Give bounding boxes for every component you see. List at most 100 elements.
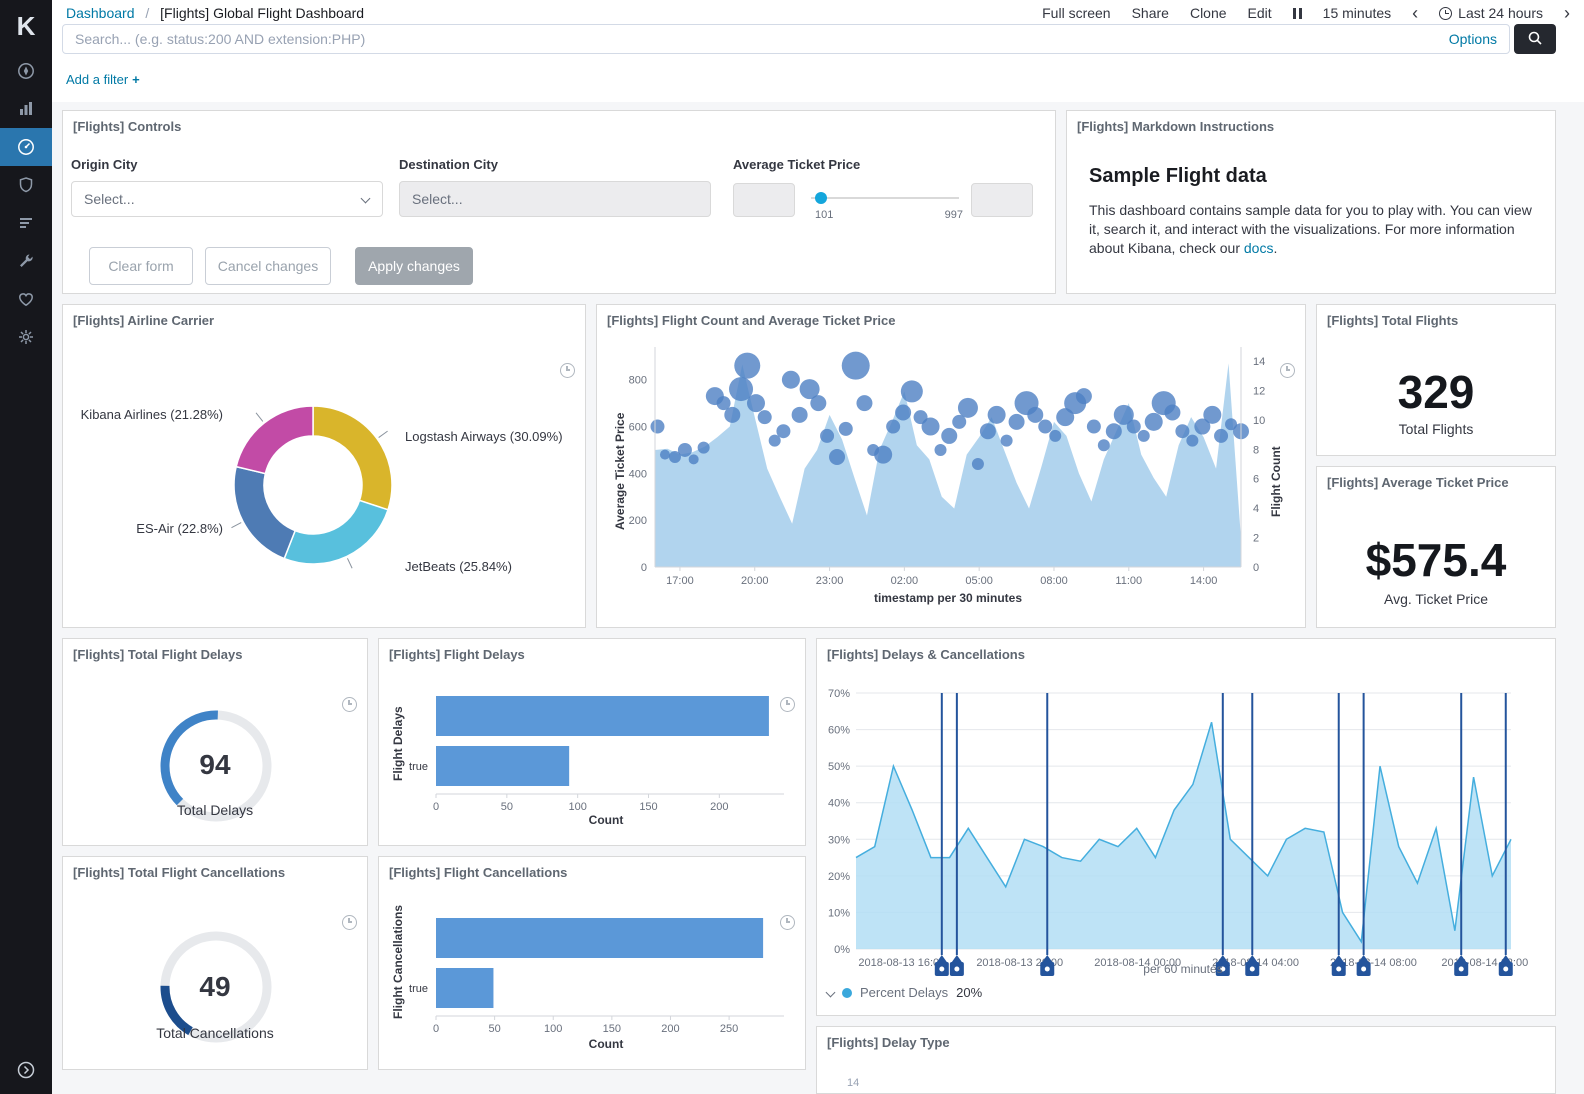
sidebar-item-dev-tools[interactable] xyxy=(0,242,52,280)
slider-min-value: 101 xyxy=(815,209,833,221)
avg-ticket-price-label: Avg. Ticket Price xyxy=(1317,591,1555,607)
panel-title: [Flights] Total Flights xyxy=(1327,313,1458,328)
time-forward-chevron-icon[interactable]: › xyxy=(1564,4,1570,22)
svg-text:10: 10 xyxy=(1253,415,1265,427)
markdown-text: This dashboard contains sample data for … xyxy=(1089,202,1532,256)
svg-text:23:00: 23:00 xyxy=(816,575,844,587)
panel-markdown-instructions: [Flights] Markdown Instructions Sample F… xyxy=(1066,110,1556,294)
sidebar-item-monitoring[interactable] xyxy=(0,280,52,318)
legend-collapse-chevron-icon[interactable] xyxy=(826,988,836,998)
pause-refresh-button[interactable] xyxy=(1293,8,1302,19)
panel-flight-delays: [Flights] Flight Delays true050100150200… xyxy=(378,638,806,846)
svg-text:40%: 40% xyxy=(828,798,850,810)
select-placeholder: Select... xyxy=(400,182,710,216)
panel-clock-icon[interactable] xyxy=(342,697,357,712)
time-back-chevron-icon[interactable]: ‹ xyxy=(1412,4,1418,22)
gear-icon xyxy=(16,327,36,347)
legend-color-dot xyxy=(842,988,852,998)
circle-arrow-icon xyxy=(16,1060,36,1085)
svg-text:30%: 30% xyxy=(828,834,850,846)
sidebar-item-apm[interactable] xyxy=(0,166,52,204)
heart-icon xyxy=(16,289,36,309)
average-ticket-price-label: Average Ticket Price xyxy=(733,157,860,172)
docs-link[interactable]: docs xyxy=(1244,240,1274,256)
panel-controls: [Flights] Controls Origin City Select...… xyxy=(62,110,1056,294)
clock-icon xyxy=(1439,7,1452,20)
svg-text:600: 600 xyxy=(629,422,647,434)
top-bar: Dashboard / [Flights] Global Flight Dash… xyxy=(52,0,1584,26)
edit-button[interactable]: Edit xyxy=(1248,5,1272,21)
filter-bar: Add a filter+ xyxy=(66,72,140,87)
sidebar-item-management[interactable] xyxy=(0,318,52,356)
cancel-changes-button[interactable]: Cancel changes xyxy=(205,247,331,285)
y-axis-label: Flight Delays xyxy=(391,706,405,781)
panel-title: [Flights] Delay Type xyxy=(827,1035,950,1050)
svg-text:true: true xyxy=(409,761,428,773)
share-button[interactable]: Share xyxy=(1132,5,1169,21)
sidebar-item-visualize[interactable] xyxy=(0,90,52,128)
search-icon xyxy=(1527,30,1543,49)
slider-handle[interactable] xyxy=(815,192,827,204)
price-range-slider[interactable]: 101 997 xyxy=(807,183,963,223)
svg-text:0: 0 xyxy=(1253,562,1259,574)
clone-button[interactable]: Clone xyxy=(1190,5,1227,21)
search-input[interactable] xyxy=(63,25,1509,53)
origin-city-select[interactable]: Select... xyxy=(71,181,383,217)
svg-text:20%: 20% xyxy=(828,871,850,883)
panel-total-flight-cancellations: [Flights] Total Flight Cancellations 49 … xyxy=(62,856,368,1070)
svg-text:100: 100 xyxy=(568,801,586,813)
search-options-link[interactable]: Options xyxy=(1449,31,1497,47)
svg-text:150: 150 xyxy=(639,801,657,813)
svg-text:200: 200 xyxy=(710,801,728,813)
total-flights-label: Total Flights xyxy=(1317,421,1555,437)
panel-flight-count-avg-price: [Flights] Flight Count and Average Ticke… xyxy=(596,304,1306,628)
svg-text:70%: 70% xyxy=(828,688,850,700)
pie-label-logstash-airways: Logstash Airways (30.09%) xyxy=(405,429,563,444)
price-max-input[interactable] xyxy=(971,183,1033,217)
svg-text:11:00: 11:00 xyxy=(1115,575,1142,587)
sidebar-item-discover[interactable] xyxy=(0,52,52,90)
sidebar-item-timelion[interactable] xyxy=(0,204,52,242)
avg-ticket-price-value: $575.4 xyxy=(1317,533,1555,587)
kibana-dashboard-app: K Dashboard xyxy=(0,0,1584,1094)
full-screen-button[interactable]: Full screen xyxy=(1042,5,1110,21)
search-button[interactable] xyxy=(1514,24,1556,54)
breadcrumb-dashboard-link[interactable]: Dashboard xyxy=(66,5,135,21)
x-axis-label: timestamp per 30 minutes xyxy=(848,591,1048,605)
svg-text:8: 8 xyxy=(1253,444,1259,456)
airline-carrier-donut-chart[interactable] xyxy=(63,333,586,625)
svg-text:50%: 50% xyxy=(828,761,850,773)
delays-cancellations-chart[interactable]: 0%10%20%30%40%50%60%70%2018-08-13 16:002… xyxy=(817,639,1556,984)
price-min-input[interactable] xyxy=(733,183,795,217)
shield-icon xyxy=(16,175,36,195)
svg-text:2018-08-13 16:00: 2018-08-13 16:00 xyxy=(858,957,945,969)
panel-delays-cancellations: [Flights] Delays & Cancellations 0%10%20… xyxy=(816,638,1556,1016)
legend-series-value: 20% xyxy=(956,985,982,1000)
svg-text:200: 200 xyxy=(629,515,647,527)
sidebar-collapse-button[interactable] xyxy=(0,1050,52,1094)
panel-title: [Flights] Total Flight Delays xyxy=(73,647,242,662)
time-range-label: Last 24 hours xyxy=(1458,5,1543,21)
time-range-picker[interactable]: Last 24 hours xyxy=(1439,5,1543,21)
svg-text:250: 250 xyxy=(720,1023,738,1035)
flight-count-chart[interactable]: 02004006008000246810121417:0020:0023:000… xyxy=(597,305,1306,628)
markdown-heading: Sample Flight data xyxy=(1089,165,1267,188)
clear-form-button[interactable]: Clear form xyxy=(89,247,193,285)
sidebar-item-dashboard[interactable] xyxy=(0,128,52,166)
panel-clock-icon[interactable] xyxy=(342,915,357,930)
destination-city-select[interactable]: Select... xyxy=(399,181,711,217)
legend-series-label[interactable]: Percent Delays xyxy=(860,985,948,1000)
refresh-interval[interactable]: 15 minutes xyxy=(1323,5,1391,21)
add-filter-label: Add a filter xyxy=(66,72,128,87)
svg-text:14: 14 xyxy=(1253,356,1265,368)
panel-flight-cancellations: [Flights] Flight Cancellations true05010… xyxy=(378,856,806,1070)
markdown-body: This dashboard contains sample data for … xyxy=(1089,201,1535,258)
apply-changes-button[interactable]: Apply changes xyxy=(355,247,473,285)
pie-label-kibana-airlines: Kibana Airlines (21.28%) xyxy=(69,407,223,422)
origin-city-label: Origin City xyxy=(71,157,137,172)
panel-title: [Flights] Total Flight Cancellations xyxy=(73,865,285,880)
kibana-logo[interactable]: K xyxy=(0,0,52,52)
add-filter-link[interactable]: Add a filter+ xyxy=(66,72,140,87)
sidebar-nav: K xyxy=(0,0,52,1094)
page-title: [Flights] Global Flight Dashboard xyxy=(160,5,364,21)
